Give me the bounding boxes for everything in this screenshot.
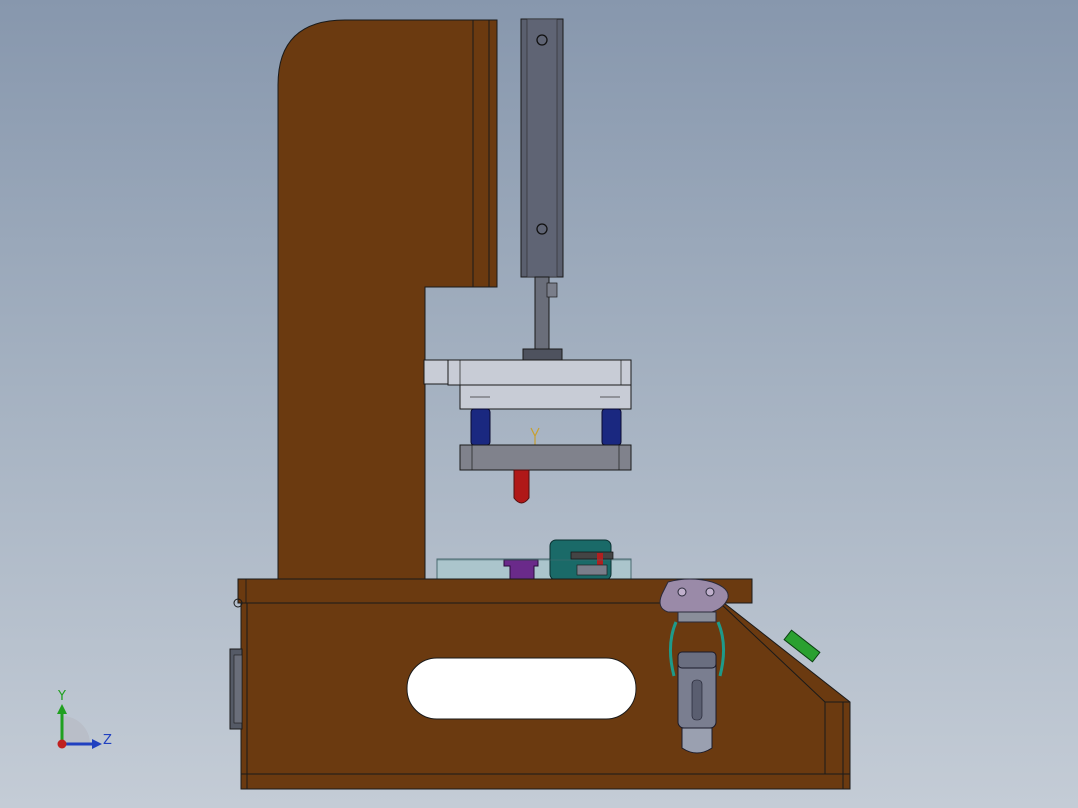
press-frame-column[interactable]	[277, 19, 498, 581]
guide-post-right[interactable]	[601, 408, 622, 446]
clamp-lever	[570, 551, 614, 560]
guide-post-left[interactable]	[470, 408, 491, 446]
latch-plate-hole-left	[677, 587, 687, 597]
latch-lever-end[interactable]	[681, 727, 713, 754]
cad-viewport[interactable]: Y Z	[0, 0, 1078, 808]
latch-body-top	[677, 651, 717, 669]
latch-hinge-bar	[677, 611, 717, 623]
triad-origin	[57, 739, 67, 749]
triad-z-label: Z	[103, 733, 112, 748]
triad-shade-arc	[62, 716, 90, 744]
triad-z-arrow	[92, 739, 102, 749]
press-model-scene: Y Z	[57, 18, 851, 790]
side-hinge-inner	[233, 654, 243, 724]
cylinder-inner-panel	[526, 18, 558, 278]
view-triad[interactable]: Y Z	[57, 689, 112, 749]
latch-plate-hole-right	[705, 587, 715, 597]
red-punch[interactable]	[513, 469, 530, 504]
upper-die-plate[interactable]	[447, 359, 632, 386]
rod-adapter	[522, 348, 563, 361]
triad-y-arrow	[57, 704, 67, 714]
piston-rod-collar	[546, 282, 558, 298]
lower-stripper-plate[interactable]	[459, 444, 632, 471]
handle-slot[interactable]	[406, 657, 637, 720]
triad-y-label: Y	[57, 689, 66, 704]
clamp-base-bracket	[576, 564, 608, 576]
latch-body-slot	[691, 679, 703, 721]
latch-hinge-plate[interactable]	[659, 578, 729, 613]
center-pin	[530, 427, 540, 446]
